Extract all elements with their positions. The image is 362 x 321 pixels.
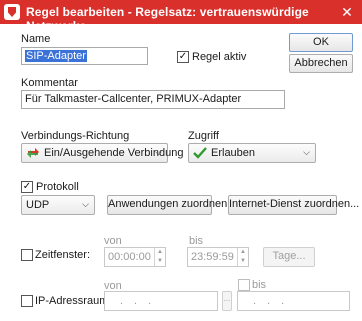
zeitfenster-bis-spinner[interactable]: 23:59:59 ▲ ▼: [187, 247, 249, 267]
gdata-shield-icon: [4, 4, 20, 20]
title-bar: Regel bearbeiten - Regelsatz: vertrauens…: [0, 0, 362, 33]
ip-von-input[interactable]: ...: [104, 291, 218, 311]
protokoll-dropdown[interactable]: UDP ⌵: [21, 195, 95, 215]
zeitfenster-label: Zeitfenster:: [35, 249, 91, 261]
ip-range-button[interactable]: ...: [222, 291, 232, 311]
window-title: Regel bearbeiten - Regelsatz: vertrauens…: [26, 5, 309, 33]
chevron-down-icon: ⌵: [303, 147, 310, 157]
ip-adressraum-label: IP-Adressraum:: [35, 295, 112, 307]
zeitfenster-von-label: von: [104, 235, 122, 247]
spinner-arrows-icon: ▲ ▼: [237, 248, 248, 266]
zeitfenster-bis-value: 23:59:59: [191, 251, 234, 263]
zugriff-dropdown[interactable]: Erlauben ⌵: [188, 143, 316, 163]
zugriff-value: Erlauben: [211, 147, 256, 159]
kommentar-input[interactable]: Für Talkmaster-Callcenter, PRIMUX-Adapte…: [21, 90, 285, 109]
close-icon[interactable]: ✕: [336, 3, 358, 21]
name-label: Name: [21, 33, 51, 45]
zeitfenster-von-value: 00:00:00: [108, 251, 151, 263]
internet-dienst-zuordnen-button[interactable]: Internet-Dienst zuordnen...: [228, 195, 359, 215]
name-input[interactable]: SIP-Adapter: [21, 47, 148, 65]
name-input-value: SIP-Adapter: [25, 50, 87, 62]
verbindung-value: Ein/Ausgehende Verbindung: [44, 147, 184, 159]
bidirectional-arrows-icon: [27, 148, 39, 158]
regel-aktiv-label: Regel aktiv: [192, 51, 247, 63]
ip-bis-checkbox[interactable]: [238, 279, 250, 291]
protokoll-label: Protokoll: [36, 181, 79, 193]
protokoll-checkbox[interactable]: ✓: [21, 181, 33, 193]
green-checkmark-icon: [193, 147, 207, 159]
zugriff-label: Zugriff: [188, 130, 219, 142]
chevron-down-icon: ⌵: [82, 199, 89, 209]
chevron-down-icon: ⌵: [155, 147, 162, 157]
zeitfenster-checkbox[interactable]: [21, 249, 33, 261]
verbindung-label: Verbindungs-Richtung: [21, 130, 130, 142]
anwendungen-zuordnen-button[interactable]: Anwendungen zuordnen...: [107, 195, 236, 215]
abbrechen-button[interactable]: Abbrechen: [289, 54, 353, 73]
ip-bis-label: bis: [252, 279, 267, 291]
protokoll-value: UDP: [26, 199, 50, 211]
tage-button[interactable]: Tage...: [263, 247, 315, 267]
verbindung-dropdown[interactable]: Ein/Ausgehende Verbindung ⌵: [21, 143, 183, 163]
regel-aktiv-checkbox[interactable]: ✓: [177, 51, 189, 63]
ip-adressraum-checkbox[interactable]: [21, 295, 33, 307]
zeitfenster-von-spinner[interactable]: 00:00:00 ▲ ▼: [104, 247, 166, 267]
zeitfenster-bis-label: bis: [189, 235, 204, 247]
ok-button[interactable]: OK: [289, 33, 353, 52]
rule-edit-dialog: Regel bearbeiten - Regelsatz: vertrauens…: [0, 0, 362, 321]
kommentar-label: Kommentar: [21, 77, 78, 89]
ip-bis-input[interactable]: ...: [237, 291, 350, 311]
spinner-arrows-icon: ▲ ▼: [154, 248, 165, 266]
